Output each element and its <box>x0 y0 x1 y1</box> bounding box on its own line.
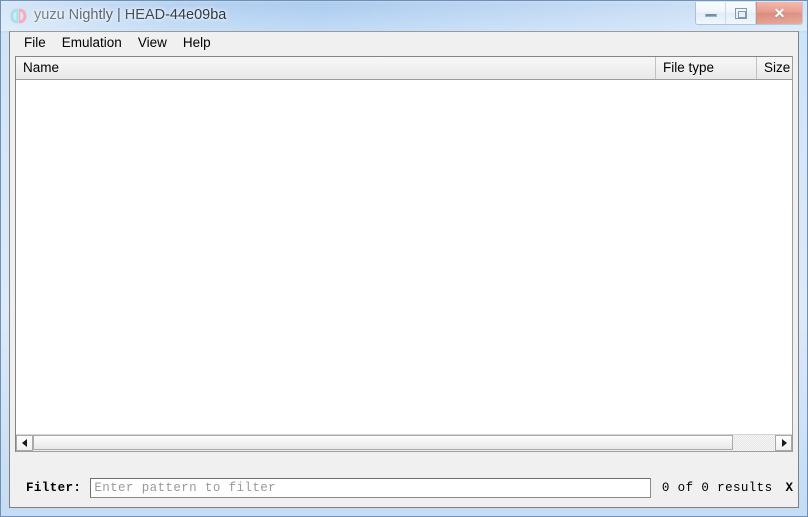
clear-filter-button[interactable]: X <box>785 481 793 495</box>
horizontal-scrollbar[interactable] <box>16 434 792 451</box>
filter-input[interactable] <box>90 478 651 498</box>
scrollbar-track[interactable] <box>33 435 775 451</box>
window-title: yuzu Nightly | HEAD-44e09ba <box>34 7 227 23</box>
game-list[interactable]: Name File type Size <box>15 56 793 452</box>
menu-item-view[interactable]: View <box>130 33 175 53</box>
title-bar[interactable]: yuzu Nightly | HEAD-44e09ba ✕ <box>0 0 808 31</box>
menu-item-file[interactable]: File <box>16 33 54 53</box>
close-button[interactable]: ✕ <box>756 2 802 24</box>
filter-label: Filter: <box>26 481 82 495</box>
restore-button[interactable] <box>726 2 756 24</box>
filter-bar: Filter: 0 of 0 results X <box>15 475 793 501</box>
application-window: yuzu Nightly | HEAD-44e09ba ✕ File Emula… <box>0 0 808 517</box>
menu-item-help[interactable]: Help <box>175 33 219 53</box>
menu-bar: File Emulation View Help <box>10 32 798 54</box>
close-icon: ✕ <box>773 4 786 21</box>
chevron-right-icon[interactable] <box>775 435 792 451</box>
minimize-button[interactable] <box>696 2 726 24</box>
menu-item-emulation[interactable]: Emulation <box>54 33 130 53</box>
yuzu-logo-icon <box>9 7 28 25</box>
scrollbar-thumb[interactable] <box>33 435 733 450</box>
game-list-header: Name File type Size <box>16 57 792 80</box>
client-area: File Emulation View Help Name File type … <box>9 31 799 508</box>
restore-icon <box>735 8 747 19</box>
column-header-file-type[interactable]: File type <box>656 57 757 79</box>
column-header-name[interactable]: Name <box>16 57 656 79</box>
chevron-left-icon[interactable] <box>16 435 33 451</box>
results-count: 0 of 0 results <box>661 481 773 495</box>
window-controls: ✕ <box>695 2 803 25</box>
game-list-body[interactable] <box>16 80 792 430</box>
column-header-size[interactable]: Size <box>757 57 792 79</box>
minimize-icon <box>705 14 717 17</box>
